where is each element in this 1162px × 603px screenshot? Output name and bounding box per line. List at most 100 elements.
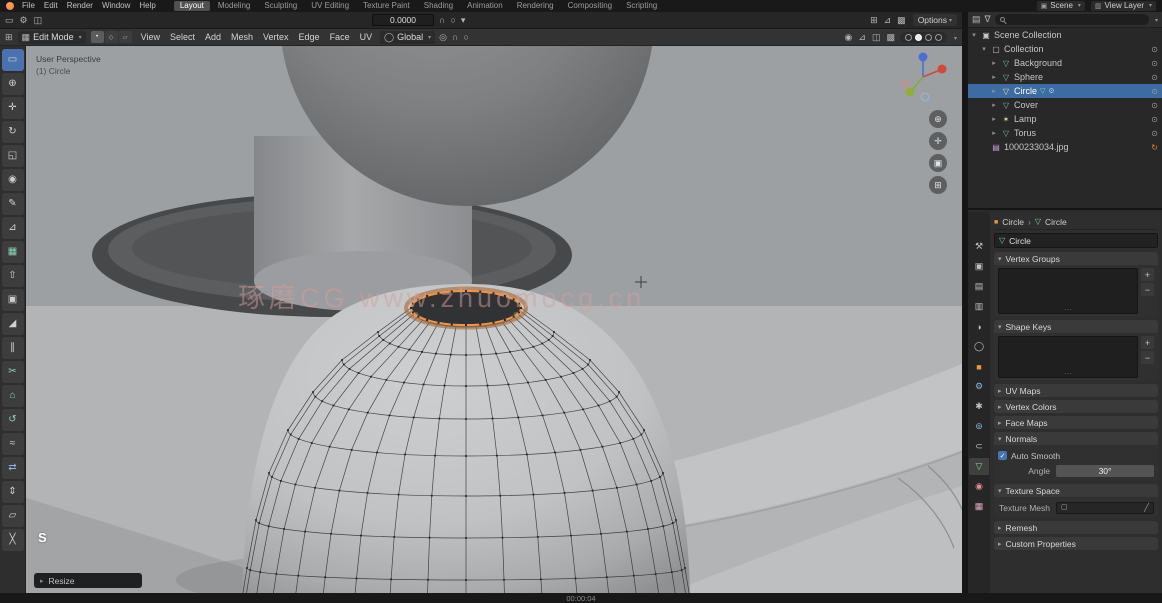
workspace-tab-texture-paint[interactable]: Texture Paint xyxy=(357,1,416,11)
workspace-tab-modeling[interactable]: Modeling xyxy=(212,1,256,11)
panel-header-uv-maps[interactable]: ▸ UV Maps xyxy=(994,384,1158,397)
outliner-item-cover[interactable]: ▸▽Cover⊙ xyxy=(968,98,1162,112)
tool-settings-icon[interactable]: ⚙ xyxy=(20,16,28,25)
select-mode-vertex[interactable]: • xyxy=(91,31,104,43)
active-tool-icon[interactable]: ▭ xyxy=(5,16,14,25)
workspace-tab-uv-editing[interactable]: UV Editing xyxy=(305,1,355,11)
pan-hand-button[interactable]: ✛ xyxy=(929,132,947,150)
tool-inset-faces[interactable]: ▣ xyxy=(2,289,24,311)
tool-extrude-region[interactable]: ⇧ xyxy=(2,265,24,287)
proportional-icon[interactable]: ○ xyxy=(450,16,455,25)
workspace-filter-icon[interactable]: ◫ xyxy=(34,16,43,25)
panel-header-vertex-groups[interactable]: ▾ Vertex Groups xyxy=(994,252,1158,265)
outliner-item-circle[interactable]: ▸▽Circle▽⚙⊙ xyxy=(968,84,1162,98)
toggle-ortho-button[interactable]: ⊞ xyxy=(929,176,947,194)
properties-tab-physics[interactable]: ⊚ xyxy=(969,418,989,435)
shape-keys-list[interactable]: ⋯ xyxy=(998,336,1138,378)
properties-tab-object[interactable]: ■ xyxy=(969,358,989,375)
zoom-button[interactable]: ⊕ xyxy=(929,110,947,128)
tool-move[interactable]: ✛ xyxy=(2,97,24,119)
eyedropper-icon[interactable]: ╱ xyxy=(1144,503,1149,512)
panel-header-vertex-colors[interactable]: ▸ Vertex Colors xyxy=(994,400,1158,413)
breadcrumb-data[interactable]: Circle xyxy=(1045,217,1067,227)
outliner-filter-dropdown[interactable] xyxy=(1153,15,1158,24)
panel-header-face-maps[interactable]: ▸ Face Maps xyxy=(994,416,1158,429)
viewport-3d[interactable]: User Perspective (1) Circle 琢磨CG www.zhu… xyxy=(26,46,962,593)
add-vertex-group-button[interactable]: + xyxy=(1141,268,1154,281)
select-mode-face[interactable]: ▱ xyxy=(119,31,132,43)
disclosure-icon[interactable]: ▸ xyxy=(990,115,998,123)
outliner-item-1000233034-jpg[interactable]: ▤1000233034.jpg↻ xyxy=(968,140,1162,154)
visibility-icon[interactable]: ⊙ xyxy=(1151,59,1158,68)
workspace-tab-sculpting[interactable]: Sculpting xyxy=(258,1,303,11)
remove-vertex-group-button[interactable]: − xyxy=(1141,283,1154,296)
viewport-menu-vertex[interactable]: Vertex xyxy=(263,32,289,42)
properties-tab-render[interactable]: ▣ xyxy=(969,258,989,275)
tool-spin[interactable]: ↺ xyxy=(2,409,24,431)
outliner-item-sphere[interactable]: ▸▽Sphere⊙ xyxy=(968,70,1162,84)
panel-header-remesh[interactable]: ▸ Remesh xyxy=(994,521,1158,534)
show-gizmo-icon[interactable]: ⊿ xyxy=(858,33,866,42)
tool-poly-build[interactable]: ⌂ xyxy=(2,385,24,407)
proportional-editing-icon[interactable]: ○ xyxy=(463,33,468,42)
panel-header-texture-space[interactable]: ▾ Texture Space xyxy=(994,484,1158,497)
outliner-search-input[interactable] xyxy=(995,14,1149,25)
visibility-icon[interactable]: ⊙ xyxy=(1151,45,1158,54)
scene-selector[interactable]: ▣ Scene xyxy=(1037,1,1085,11)
properties-tab-modifiers[interactable]: ⚙ xyxy=(969,378,989,395)
workspace-tab-compositing[interactable]: Compositing xyxy=(562,1,618,11)
select-mode-edge[interactable]: ◇ xyxy=(105,31,118,43)
properties-tab-world[interactable]: ◯ xyxy=(969,338,989,355)
tool-shear[interactable]: ▱ xyxy=(2,505,24,527)
visibility-icon[interactable]: ⊙ xyxy=(1151,101,1158,110)
menu-edit[interactable]: Edit xyxy=(44,2,58,10)
toggle-xray-icon[interactable]: ▩ xyxy=(886,33,895,42)
refresh-icon[interactable]: ↻ xyxy=(1151,143,1158,152)
menu-window[interactable]: Window xyxy=(102,2,130,10)
visibility-icon[interactable]: ⊙ xyxy=(1151,73,1158,82)
workspace-tab-rendering[interactable]: Rendering xyxy=(511,1,560,11)
tool-scale[interactable]: ◱ xyxy=(2,145,24,167)
properties-tab-material[interactable]: ◉ xyxy=(969,478,989,495)
properties-tab-constraints[interactable]: ⊂ xyxy=(969,438,989,455)
tool-select-box[interactable]: ▭ xyxy=(2,49,24,71)
tool-annotate[interactable]: ✎ xyxy=(2,193,24,215)
disclosure-icon[interactable]: ▾ xyxy=(980,45,988,53)
viewport-menu-add[interactable]: Add xyxy=(205,32,221,42)
transform-value-field[interactable]: 0.0000 xyxy=(372,14,434,26)
shading-solid[interactable] xyxy=(915,34,922,41)
panel-header-custom-properties[interactable]: ▸ Custom Properties xyxy=(994,537,1158,550)
workspace-tab-layout[interactable]: Layout xyxy=(174,1,210,11)
outliner-item-torus[interactable]: ▸▽Torus⊙ xyxy=(968,126,1162,140)
menu-file[interactable]: File xyxy=(22,2,35,10)
camera-view-button[interactable]: ▣ xyxy=(929,154,947,172)
viewport-menu-uv[interactable]: UV xyxy=(360,32,373,42)
blender-logo-icon[interactable] xyxy=(6,2,14,10)
snap-toggle-icon[interactable]: ∩ xyxy=(439,16,445,25)
menu-render[interactable]: Render xyxy=(67,2,93,10)
outliner-item-scene-collection[interactable]: ▾▣Scene Collection xyxy=(968,28,1162,42)
options-dropdown[interactable]: Options xyxy=(913,14,957,26)
viewport-menu-mesh[interactable]: Mesh xyxy=(231,32,253,42)
viewport-menu-edge[interactable]: Edge xyxy=(299,32,320,42)
tool-bevel[interactable]: ◢ xyxy=(2,313,24,335)
properties-tab-object-data[interactable]: ▽ xyxy=(969,458,989,475)
panel-header-normals[interactable]: ▾ Normals xyxy=(994,432,1158,445)
viewport-menu-face[interactable]: Face xyxy=(330,32,350,42)
tool-knife[interactable]: ✂ xyxy=(2,361,24,383)
outliner-item-lamp[interactable]: ▸✶Lamp⊙ xyxy=(968,112,1162,126)
properties-tab-particles[interactable]: ✱ xyxy=(969,398,989,415)
properties-tab-texture[interactable]: ▦ xyxy=(969,498,989,515)
pivot-point-icon[interactable]: ◎ xyxy=(439,33,447,42)
tool-rotate[interactable]: ↻ xyxy=(2,121,24,143)
panel-header-shape-keys[interactable]: ▾ Shape Keys xyxy=(994,320,1158,333)
remove-shape-key-button[interactable]: − xyxy=(1141,351,1154,364)
disclosure-icon[interactable]: ▸ xyxy=(990,59,998,67)
visibility-icon[interactable]: ⊙ xyxy=(1151,87,1158,96)
tool-rip-region[interactable]: ╳ xyxy=(2,529,24,551)
shading-wireframe[interactable] xyxy=(905,34,912,41)
outliner-item-background[interactable]: ▸▽Background⊙ xyxy=(968,56,1162,70)
menu-help[interactable]: Help xyxy=(139,2,155,10)
overlay-icon[interactable]: ▩ xyxy=(897,16,906,25)
outliner-editor-icon[interactable]: ▤ xyxy=(972,15,981,24)
